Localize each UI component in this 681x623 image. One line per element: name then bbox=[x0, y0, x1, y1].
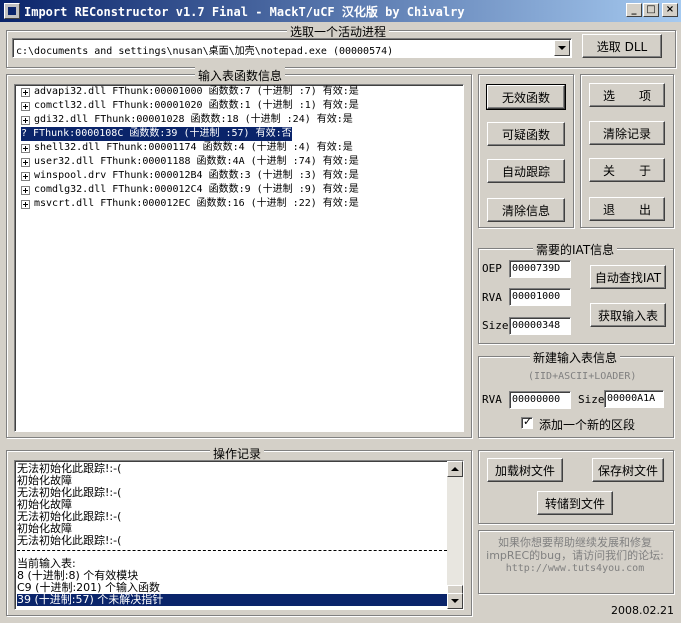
new-rva-field[interactable]: 00000000 bbox=[509, 391, 571, 409]
imports-tree[interactable]: advapi32.dll FThunk:00001000 函数数:7 (十进制 … bbox=[14, 84, 464, 432]
expand-icon[interactable] bbox=[21, 115, 30, 125]
expand-icon[interactable] bbox=[21, 171, 30, 181]
save-tree-button[interactable]: 保存树文件 bbox=[592, 458, 664, 482]
expand-icon[interactable] bbox=[21, 143, 30, 153]
iat-autosearch-button[interactable]: 自动查找IAT bbox=[590, 265, 666, 289]
tree-item[interactable]: shell32.dll FThunk:00001174 函数数:4 (十进制 :… bbox=[21, 141, 353, 155]
imports-group-label: 输入表函数信息 bbox=[195, 67, 286, 84]
new-import-hint: (IID+ASCII+LOADER) bbox=[528, 371, 637, 382]
suspect-functions-button[interactable]: 可疑函数 bbox=[487, 122, 565, 146]
iat-rva-field[interactable]: 00001000 bbox=[509, 288, 571, 306]
maximize-button[interactable]: □ bbox=[643, 3, 659, 17]
tree-item[interactable]: user32.dll FThunk:00001188 函数数:4A (十进制 :… bbox=[21, 155, 359, 169]
expand-icon[interactable] bbox=[21, 199, 30, 209]
fix-dump-button[interactable]: 转储到文件 bbox=[537, 491, 613, 515]
options-button[interactable]: 选 项 bbox=[589, 83, 665, 107]
iat-size-field[interactable]: 00000348 bbox=[509, 317, 571, 335]
clear-info-button[interactable]: 清除信息 bbox=[487, 198, 565, 222]
process-path: c:\documents and settings\nusan\桌面\加壳\no… bbox=[16, 46, 394, 57]
help-line: 如果你想要帮助继续发展和修复 bbox=[498, 536, 652, 549]
scroll-down-icon[interactable] bbox=[447, 593, 463, 609]
forum-link[interactable]: http://www.tuts4you.com bbox=[480, 562, 670, 575]
get-imports-button[interactable]: 获取输入表 bbox=[590, 303, 666, 327]
tree-item[interactable]: comctl32.dll FThunk:00001020 函数数:1 (十进制 … bbox=[21, 99, 359, 113]
about-button[interactable]: 关 于 bbox=[589, 158, 665, 182]
scroll-up-icon[interactable] bbox=[447, 461, 463, 477]
load-tree-button[interactable]: 加载树文件 bbox=[487, 458, 563, 482]
tree-item[interactable]: gdi32.dll FThunk:00001028 函数数:18 (十进制 :2… bbox=[21, 113, 353, 127]
new-size-label: Size bbox=[578, 393, 605, 406]
exit-button[interactable]: 退 出 bbox=[589, 197, 665, 221]
log-list[interactable]: 无法初始化此跟踪!:-( 初始化故障 无法初始化此跟踪!:-( 初始化故障 无法… bbox=[14, 460, 464, 610]
expand-icon[interactable] bbox=[21, 101, 30, 111]
iat-group-label: 需要的IAT信息 bbox=[533, 241, 618, 258]
title-bar[interactable]: Import REConstructor v1.7 Final - MackT/… bbox=[0, 0, 681, 22]
add-section-label: 添加一个新的区段 bbox=[539, 418, 636, 432]
size-label: Size bbox=[482, 319, 509, 332]
tree-item-selected[interactable]: ? FThunk:0000108C 函数数:39 (十进制 :57) 有效:否 bbox=[21, 127, 292, 141]
add-section-checkbox[interactable] bbox=[521, 415, 533, 429]
new-rva-label: RVA bbox=[482, 393, 502, 406]
invalid-functions-button[interactable]: 无效函数 bbox=[486, 84, 566, 110]
oep-label: OEP bbox=[482, 262, 502, 275]
build-date: 2008.02.21 bbox=[611, 604, 674, 617]
log-scrollbar[interactable] bbox=[447, 461, 463, 609]
close-button[interactable]: × bbox=[662, 3, 678, 17]
expand-icon[interactable] bbox=[21, 87, 30, 97]
log-line: 无法初始化此跟踪!:-( bbox=[17, 534, 122, 547]
log-line-selected[interactable]: 39 (十进制:57) 个未解决指针 bbox=[17, 594, 447, 606]
pick-dll-button[interactable]: 选取 DLL bbox=[582, 34, 662, 58]
tree-item[interactable]: comdlg32.dll FThunk:000012C4 函数数:9 (十进制 … bbox=[21, 183, 359, 197]
oep-field[interactable]: 0000739D bbox=[509, 260, 571, 278]
app-icon bbox=[4, 3, 20, 19]
tree-item[interactable]: advapi32.dll FThunk:00001000 函数数:7 (十进制 … bbox=[21, 85, 359, 99]
help-text: 如果你想要帮助继续发展和修复 impREC的bug，请访问我们的论坛: http… bbox=[480, 536, 670, 575]
expand-icon[interactable] bbox=[21, 185, 30, 195]
auto-trace-button[interactable]: 自动跟踪 bbox=[487, 159, 565, 183]
help-line: impREC的bug，请访问我们的论坛: bbox=[486, 549, 664, 562]
clear-log-button[interactable]: 清除记录 bbox=[589, 121, 665, 145]
expand-icon[interactable] bbox=[21, 157, 30, 167]
tree-item[interactable]: winspool.drv FThunk:000012B4 函数数:3 (十进制 … bbox=[21, 169, 359, 183]
tree-item[interactable]: msvcrt.dll FThunk:000012EC 函数数:16 (十进制 :… bbox=[21, 197, 359, 211]
log-separator bbox=[17, 550, 447, 551]
minimize-button[interactable]: _ bbox=[626, 3, 642, 17]
new-import-group-label: 新建输入表信息 bbox=[530, 349, 621, 366]
new-size-field[interactable]: 00000A1A bbox=[604, 390, 664, 408]
chevron-down-icon[interactable] bbox=[554, 40, 570, 56]
process-combobox[interactable]: c:\documents and settings\nusan\桌面\加壳\no… bbox=[12, 38, 572, 58]
rva-label: RVA bbox=[482, 291, 502, 304]
window-title: Import REConstructor v1.7 Final - MackT/… bbox=[24, 5, 465, 19]
